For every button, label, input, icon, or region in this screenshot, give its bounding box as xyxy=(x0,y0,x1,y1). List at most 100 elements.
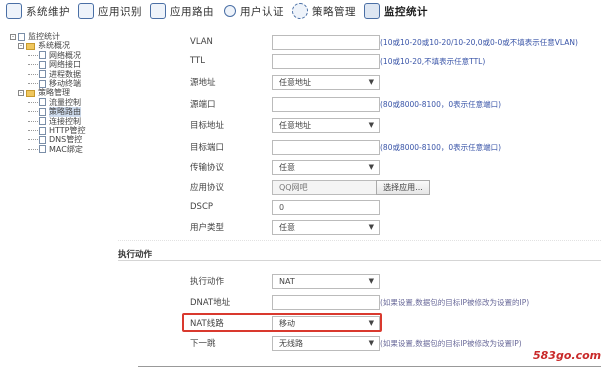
protocol-select[interactable]: 任意 ▼ xyxy=(272,159,380,175)
page-icon xyxy=(39,70,46,79)
src-port-hint: (80或8000-8100，0表示任意端口) xyxy=(380,99,502,109)
tree-item[interactable]: HTTP管控 xyxy=(10,126,120,135)
dropdown-arrow-icon: ▼ xyxy=(368,222,374,231)
tree-item-label: 移动终端 xyxy=(49,78,81,88)
nav-tree: - 监控统计 - 系统概况 网络概况 网络接口 进程数据 移动终端 - 策略管理… xyxy=(10,32,120,154)
tree-connector xyxy=(28,120,38,122)
tree-item-label: DNS管控 xyxy=(49,135,83,145)
dst-addr-row: 目标地址 任意地址 ▼ xyxy=(118,116,601,134)
tree-item-label: 连接控制 xyxy=(49,116,81,126)
tree-item-selected[interactable]: 策略路由 xyxy=(10,107,120,117)
page-icon xyxy=(39,60,46,69)
dst-port-row: 目标端口 (80或8000-8100，0表示任意端口) xyxy=(118,138,601,156)
tree-item[interactable]: 连接控制 xyxy=(10,117,120,126)
vlan-row: VLAN (10或10-20或10-20/10-20,0或0-0或不填表示任意V… xyxy=(118,33,601,51)
user-type-value: 任意 xyxy=(279,222,295,232)
protocol-value: 任意 xyxy=(279,162,295,172)
tree-item-label: HTTP管控 xyxy=(49,125,86,135)
ttl-row: TTL (10或10-20,不填表示任意TTL) xyxy=(118,52,601,70)
next-hop-value: 无线路 xyxy=(279,338,303,348)
tree-connector xyxy=(28,139,38,141)
ttl-label: TTL xyxy=(190,56,205,66)
tree-connector xyxy=(28,64,38,66)
dst-port-input[interactable] xyxy=(272,139,380,155)
dscp-input[interactable]: 0 xyxy=(272,199,380,215)
tree-connector xyxy=(28,111,38,113)
tree-item-label: 进程数据 xyxy=(49,69,81,79)
tree-item[interactable]: DNS管控 xyxy=(10,135,120,144)
tree-connector xyxy=(28,54,38,56)
collapse-icon[interactable]: - xyxy=(10,33,16,40)
tree-item-label: 策略路由 xyxy=(49,107,81,117)
src-addr-select[interactable]: 任意地址 ▼ xyxy=(272,74,380,90)
section-title-action: 执行动作 xyxy=(118,250,153,260)
select-app-button[interactable]: 选择应用... xyxy=(376,179,430,195)
folder-icon xyxy=(26,42,35,50)
tree-connector xyxy=(28,83,38,85)
tree-connector xyxy=(28,130,38,132)
highlight-box xyxy=(182,313,382,332)
src-port-label: 源端口 xyxy=(190,100,216,110)
tree-item-label: MAC绑定 xyxy=(49,144,83,154)
bottom-divider xyxy=(138,366,601,367)
tree-item[interactable]: 网络概况 xyxy=(10,51,120,60)
settings-icon xyxy=(6,3,22,19)
dscp-row: DSCP 0 xyxy=(118,198,601,216)
user-type-select[interactable]: 任意 ▼ xyxy=(272,219,380,235)
tree-root[interactable]: - 监控统计 xyxy=(10,32,120,41)
tree-group-policy[interactable]: - 策略管理 xyxy=(10,88,120,97)
dnat-input[interactable] xyxy=(272,294,380,310)
tree-item-label: 流量控制 xyxy=(49,97,81,107)
user-type-label: 用户类型 xyxy=(190,223,225,233)
page-icon xyxy=(39,98,46,107)
collapse-icon[interactable]: - xyxy=(18,90,24,97)
tree-item[interactable]: 移动终端 xyxy=(10,79,120,88)
dnat-label: DNAT地址 xyxy=(190,298,231,308)
page-icon xyxy=(39,107,46,116)
page-icon xyxy=(39,51,46,60)
tree-connector xyxy=(28,101,38,103)
action-row: 执行动作 NAT ▼ xyxy=(118,272,601,290)
dnat-row: DNAT地址 (如果设置,数据包的目标IP被修改为设置的IP) xyxy=(118,293,601,311)
src-addr-label: 源地址 xyxy=(190,78,216,88)
dropdown-arrow-icon: ▼ xyxy=(368,77,374,86)
src-port-input[interactable] xyxy=(272,96,380,112)
protocol-row: 传输协议 任意 ▼ xyxy=(118,158,601,176)
dropdown-arrow-icon: ▼ xyxy=(368,276,374,285)
next-hop-row: 下一跳 无线路 ▼ (如果设置,数据包的目标IP被修改为设置IP) xyxy=(118,334,601,352)
toolbar-system-maintenance[interactable]: 系统维护 xyxy=(6,1,70,21)
app-protocol-label: 应用协议 xyxy=(190,183,225,193)
tree-root-label: 监控统计 xyxy=(28,32,60,41)
next-hop-select[interactable]: 无线路 ▼ xyxy=(272,335,380,351)
next-hop-label: 下一跳 xyxy=(190,339,216,349)
collapse-icon[interactable]: - xyxy=(18,43,24,50)
dscp-label: DSCP xyxy=(190,202,214,212)
app-icon xyxy=(78,3,94,19)
policy-route-form: VLAN (10或10-20或10-20/10-20,0或0-0或不填表示任意V… xyxy=(118,0,601,370)
app-protocol-input: QQ网吧 xyxy=(272,179,380,195)
tree-group-label: 系统概况 xyxy=(38,41,70,51)
dropdown-arrow-icon: ▼ xyxy=(368,338,374,347)
tree-group-system[interactable]: - 系统概况 xyxy=(10,41,120,50)
user-type-row: 用户类型 任意 ▼ xyxy=(118,218,601,236)
ttl-hint: (10或10-20,不填表示任意TTL) xyxy=(380,56,486,66)
vlan-input[interactable] xyxy=(272,34,380,50)
dnat-hint: (如果设置,数据包的目标IP被修改为设置的IP) xyxy=(380,297,530,307)
dst-addr-select[interactable]: 任意地址 ▼ xyxy=(272,117,380,133)
section-divider xyxy=(118,260,601,261)
folder-icon xyxy=(26,89,35,97)
tree-item[interactable]: MAC绑定 xyxy=(10,145,120,154)
action-select[interactable]: NAT ▼ xyxy=(272,273,380,289)
action-label: 执行动作 xyxy=(190,277,225,287)
tree-item[interactable]: 进程数据 xyxy=(10,70,120,79)
tree-item[interactable]: 网络接口 xyxy=(10,60,120,69)
dropdown-arrow-icon: ▼ xyxy=(368,120,374,129)
divider xyxy=(118,240,601,241)
page-icon xyxy=(39,117,46,126)
ttl-input[interactable] xyxy=(272,53,380,69)
tree-item[interactable]: 流量控制 xyxy=(10,98,120,107)
src-addr-row: 源地址 任意地址 ▼ xyxy=(118,73,601,91)
page-icon xyxy=(39,126,46,135)
tree-item-label: 网络接口 xyxy=(49,60,81,70)
next-hop-hint: (如果设置,数据包的目标IP被修改为设置IP) xyxy=(380,338,522,348)
